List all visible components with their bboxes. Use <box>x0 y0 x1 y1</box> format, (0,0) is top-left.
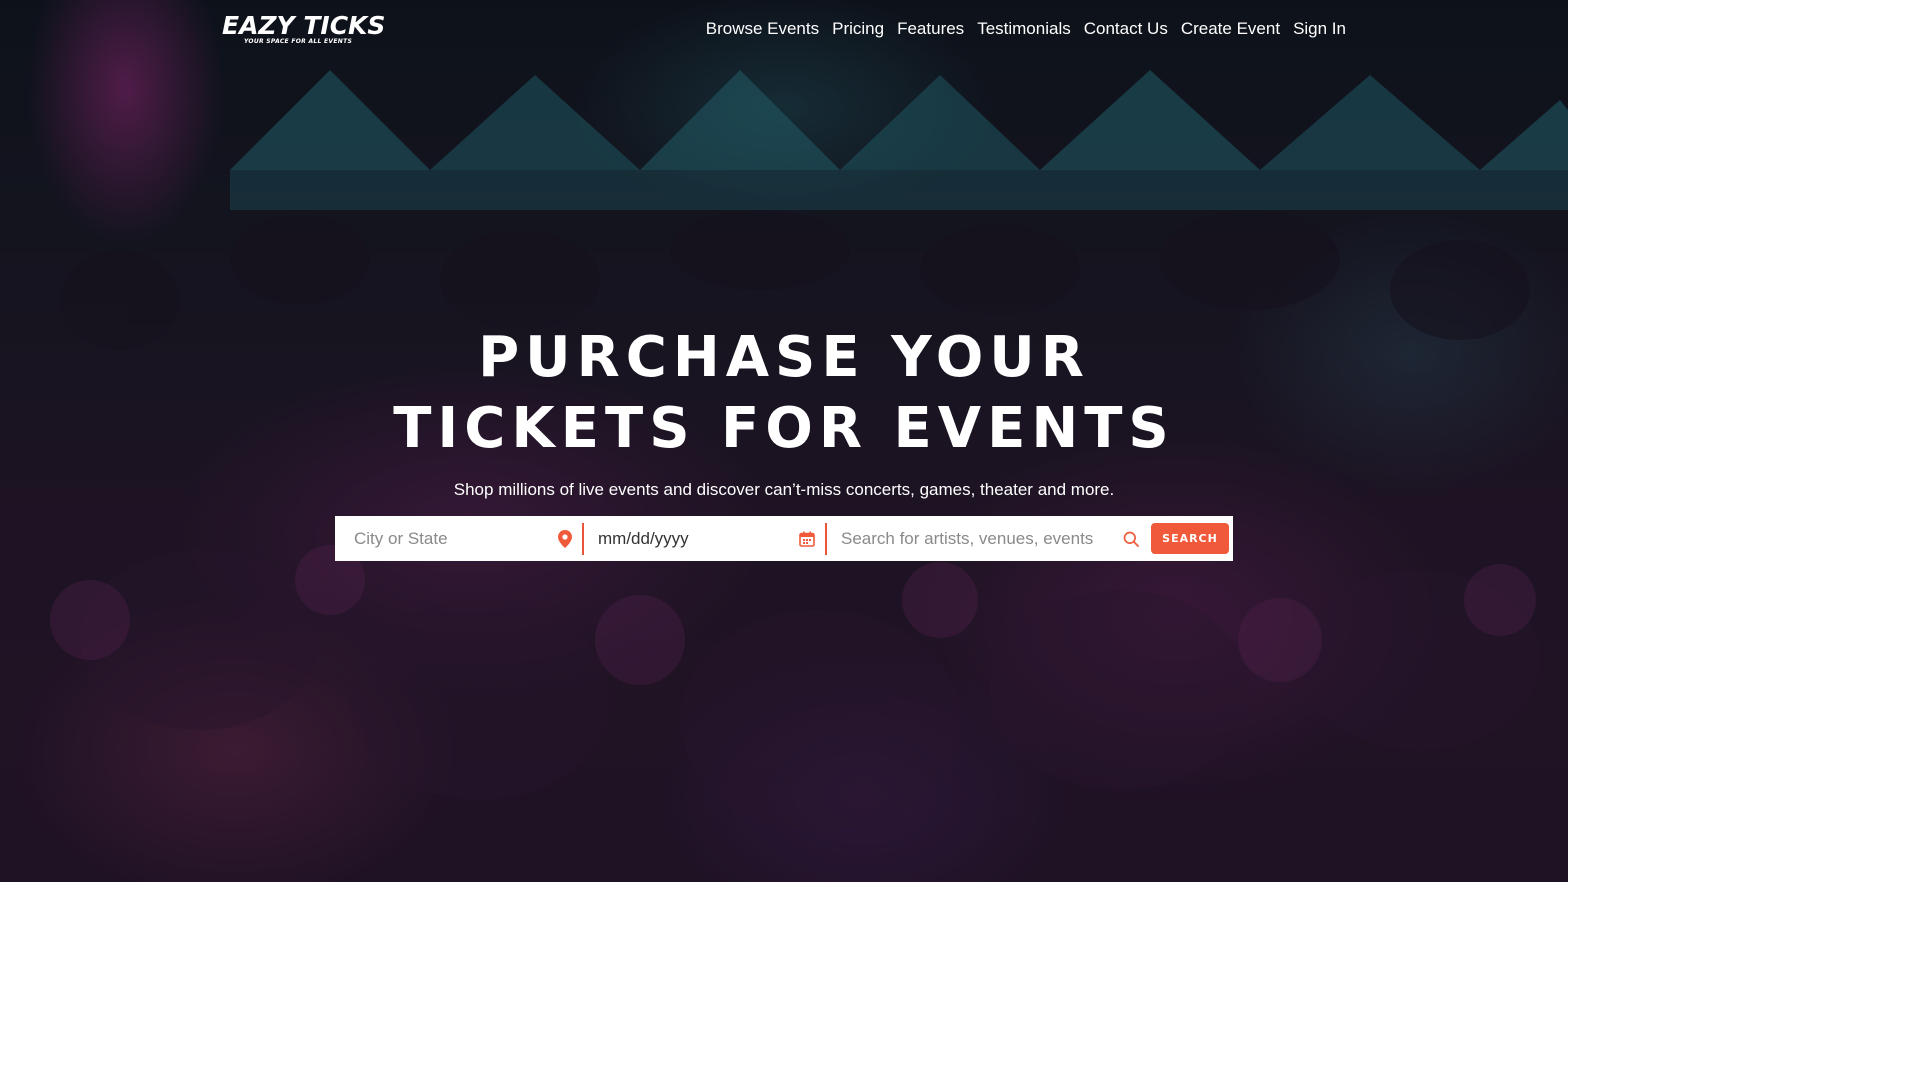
nav-item-pricing[interactable]: Pricing <box>832 18 884 40</box>
search-button[interactable]: SEARCH <box>1151 523 1229 554</box>
hero-headline-line-1: PURCHASE YOUR <box>478 325 1090 390</box>
query-input[interactable] <box>841 516 1123 561</box>
main-nav: Browse Events Pricing Features Testimoni… <box>706 18 1346 40</box>
date-field <box>584 516 825 561</box>
location-input[interactable] <box>354 516 558 561</box>
brand-logo[interactable]: EAZY TICKS YOUR SPACE FOR ALL EVENTS <box>222 11 386 46</box>
nav-item-features[interactable]: Features <box>897 18 964 40</box>
query-field <box>827 516 1147 561</box>
location-field <box>335 516 582 561</box>
event-search-form: SEARCH <box>335 516 1233 561</box>
search-icon <box>1123 531 1139 547</box>
nav-item-sign-in[interactable]: Sign In <box>1293 18 1346 40</box>
hero-section: EAZY TICKS YOUR SPACE FOR ALL EVENTS Bro… <box>0 0 1568 882</box>
nav-item-create-event[interactable]: Create Event <box>1181 18 1280 40</box>
date-input[interactable] <box>598 516 799 561</box>
hero-subtitle: Shop millions of live events and discove… <box>453 480 1115 499</box>
nav-item-contact-us[interactable]: Contact Us <box>1084 18 1168 40</box>
calendar-icon[interactable] <box>799 531 815 547</box>
hero-headline: PURCHASE YOUR TICKETS FOR EVENTS <box>0 322 1568 464</box>
brand-name: EAZY TICKS <box>222 11 386 40</box>
nav-item-browse-events[interactable]: Browse Events <box>706 18 819 40</box>
map-pin-icon <box>558 529 572 548</box>
hero-headline-line-2: TICKETS FOR EVENTS <box>393 396 1175 461</box>
nav-item-testimonials[interactable]: Testimonials <box>977 18 1071 40</box>
